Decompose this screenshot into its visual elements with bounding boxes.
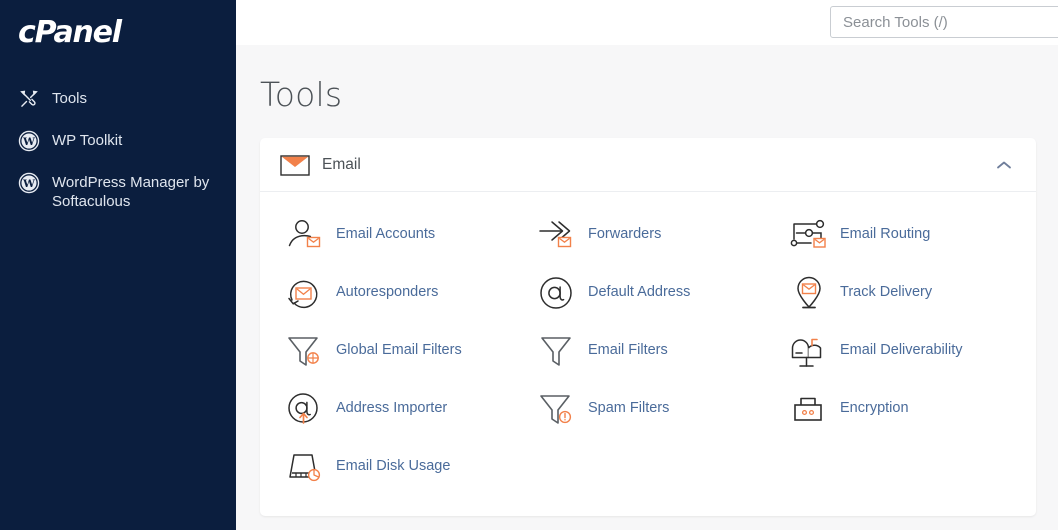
padlock-icon: [786, 389, 832, 429]
tool-label: Address Importer: [336, 400, 448, 417]
user-envelope-icon: [282, 215, 328, 255]
tool-label: Global Email Filters: [336, 342, 462, 359]
tool-label: Track Delivery: [840, 284, 933, 301]
page-content: Tools Email Email Accounts Forwarders Em…: [236, 45, 1058, 530]
tool-email-accounts[interactable]: Email Accounts: [270, 206, 522, 264]
tools-icon: [16, 88, 42, 110]
sidebar-item-label: WP Toolkit: [52, 132, 123, 149]
sidebar-item-label: Tools: [52, 90, 88, 107]
pin-envelope-icon: [786, 273, 832, 313]
tool-email-routing[interactable]: Email Routing: [774, 206, 1026, 264]
tool-label: Email Filters: [588, 342, 668, 359]
tool-label: Spam Filters: [588, 400, 670, 417]
tool-label: Email Disk Usage: [336, 458, 451, 475]
funnel-icon: [534, 331, 580, 371]
sidebar-item-tools[interactable]: Tools: [0, 78, 236, 120]
email-section-card: Email Email Accounts Forwarders Email Ro…: [260, 138, 1036, 516]
funnel-alert-icon: [534, 389, 580, 429]
sidebar: cPanel Tools W WP Toolkit W WordPress Ma…: [0, 0, 236, 530]
svg-text:W: W: [22, 136, 35, 148]
tool-label: Encryption: [840, 400, 909, 417]
page-title: Tools: [260, 75, 343, 114]
sidebar-nav: Tools W WP Toolkit W WordPress Manager b…: [0, 78, 236, 221]
email-section-header[interactable]: Email: [260, 138, 1036, 192]
tool-label: Email Routing: [840, 226, 931, 243]
tool-autoresponders[interactable]: Autoresponders: [270, 264, 522, 322]
email-section-title: Email: [322, 155, 361, 173]
search-input[interactable]: [830, 6, 1058, 38]
tool-email-filters[interactable]: Email Filters: [522, 322, 774, 380]
tool-global-email-filters[interactable]: Global Email Filters: [270, 322, 522, 380]
svg-text:W: W: [22, 178, 35, 190]
search-container: [830, 6, 1058, 38]
wordpress-icon: W: [16, 130, 42, 152]
arrow-envelope-icon: [534, 215, 580, 255]
chevron-up-icon[interactable]: [994, 160, 1014, 170]
cpanel-app: cPanel Tools W WP Toolkit W WordPress Ma…: [0, 0, 1058, 530]
sidebar-item-wp-toolkit[interactable]: W WP Toolkit: [0, 120, 236, 162]
tool-default-address[interactable]: Default Address: [522, 264, 774, 322]
at-sign-upload-icon: [282, 389, 328, 429]
sidebar-item-label: WordPress Manager by Softaculous: [52, 174, 210, 211]
envelope-icon: [280, 153, 310, 177]
tool-label: Email Accounts: [336, 226, 436, 243]
sidebar-item-wordpress-manager[interactable]: W WordPress Manager by Softaculous: [0, 162, 236, 221]
at-sign-icon: [534, 273, 580, 313]
tool-track-delivery[interactable]: Track Delivery: [774, 264, 1026, 322]
tool-email-disk-usage[interactable]: Email Disk Usage: [270, 438, 522, 496]
tool-forwarders[interactable]: Forwarders: [522, 206, 774, 264]
tool-spam-filters[interactable]: Spam Filters: [522, 380, 774, 438]
tool-encryption[interactable]: Encryption: [774, 380, 1026, 438]
tool-label: Default Address: [588, 284, 691, 301]
wordpress-icon: W: [16, 172, 42, 194]
tool-address-importer[interactable]: Address Importer: [270, 380, 522, 438]
loop-envelope-icon: [282, 273, 328, 313]
tool-label: Email Deliverability: [840, 342, 963, 359]
main-area: Tools Email: [236, 0, 1058, 530]
tool-email-deliverability[interactable]: Email Deliverability: [774, 322, 1026, 380]
tool-label: Autoresponders: [336, 284, 439, 301]
top-bar: [236, 0, 1058, 45]
routing-envelope-icon: [786, 215, 832, 255]
funnel-globe-icon: [282, 331, 328, 371]
cpanel-logo[interactable]: cPanel: [18, 18, 236, 48]
tool-label: Forwarders: [588, 226, 662, 243]
email-tools-grid: Email Accounts Forwarders Email Routing …: [260, 192, 1036, 516]
mailbox-icon: [786, 331, 832, 371]
disk-usage-icon: [282, 447, 328, 487]
